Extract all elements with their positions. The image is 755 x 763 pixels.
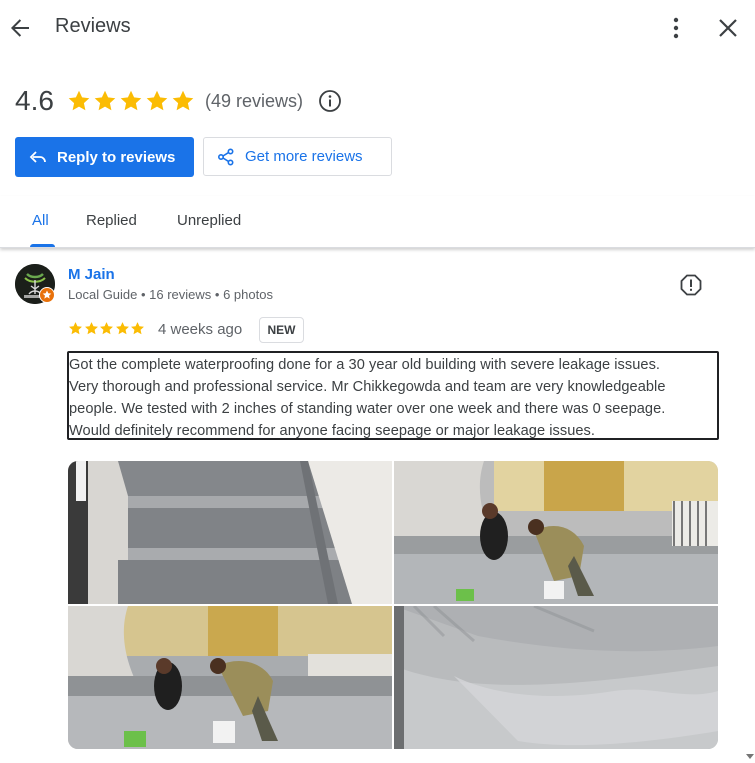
star-icon	[94, 90, 116, 111]
review-photo[interactable]	[394, 461, 718, 604]
share-icon	[217, 147, 234, 166]
active-tab-indicator	[30, 244, 55, 247]
tab-unreplied[interactable]: Unreplied	[177, 212, 241, 229]
photo-workers-1	[394, 461, 718, 604]
star-icon	[100, 322, 113, 335]
review-photo[interactable]	[68, 461, 392, 604]
close-icon	[719, 19, 737, 37]
star-icon	[146, 90, 168, 111]
reply-to-reviews-button[interactable]: Reply to reviews	[15, 137, 194, 177]
star-icon	[120, 90, 142, 111]
report-review-button[interactable]	[679, 273, 703, 297]
star-icon	[68, 90, 90, 111]
rating-stars	[67, 89, 197, 113]
photo-stairs	[68, 461, 392, 604]
star-icon	[115, 322, 129, 335]
review-count: (49 reviews)	[205, 90, 304, 111]
more-vert-icon	[673, 17, 679, 39]
more-options-button[interactable]	[662, 14, 690, 42]
star-icon	[84, 322, 98, 335]
arrow-left-icon	[11, 19, 29, 37]
close-button[interactable]	[714, 14, 742, 42]
review-photos	[68, 461, 718, 749]
star-icon	[172, 90, 194, 111]
star-icon	[69, 322, 82, 335]
report-icon	[680, 274, 702, 296]
get-more-reviews-label: Get more reviews	[245, 148, 363, 165]
photo-coated-floor	[394, 606, 718, 749]
scroll-down-arrow[interactable]	[746, 752, 754, 760]
reply-to-reviews-label: Reply to reviews	[57, 148, 176, 166]
average-rating: 4.6	[15, 85, 54, 116]
star-icon	[131, 322, 144, 335]
top-app-bar: Reviews	[0, 0, 755, 56]
reviewer-meta: Local Guide • 16 reviews • 6 photos	[68, 287, 273, 302]
review-tabs: All Replied Unreplied	[0, 196, 755, 248]
page-title: Reviews	[55, 15, 131, 37]
get-more-reviews-button[interactable]: Get more reviews	[203, 137, 392, 176]
local-guide-badge-icon	[39, 287, 55, 303]
tab-replied[interactable]: Replied	[86, 212, 137, 229]
back-button[interactable]	[6, 14, 34, 42]
reviewer-name[interactable]: M Jain	[68, 266, 115, 283]
photo-workers-2	[68, 606, 392, 749]
reply-icon	[29, 151, 46, 163]
review-date: 4 weeks ago	[158, 321, 243, 338]
review-photo[interactable]	[394, 606, 718, 749]
review-photo[interactable]	[68, 606, 392, 749]
new-badge: NEW	[259, 317, 304, 343]
review-stars	[68, 321, 146, 336]
rating-summary: 4.6 (49 reviews)	[15, 84, 342, 118]
tab-all[interactable]: All	[32, 212, 49, 229]
info-icon[interactable]	[318, 89, 342, 113]
review-text: Got the complete waterproofing done for …	[67, 351, 719, 440]
